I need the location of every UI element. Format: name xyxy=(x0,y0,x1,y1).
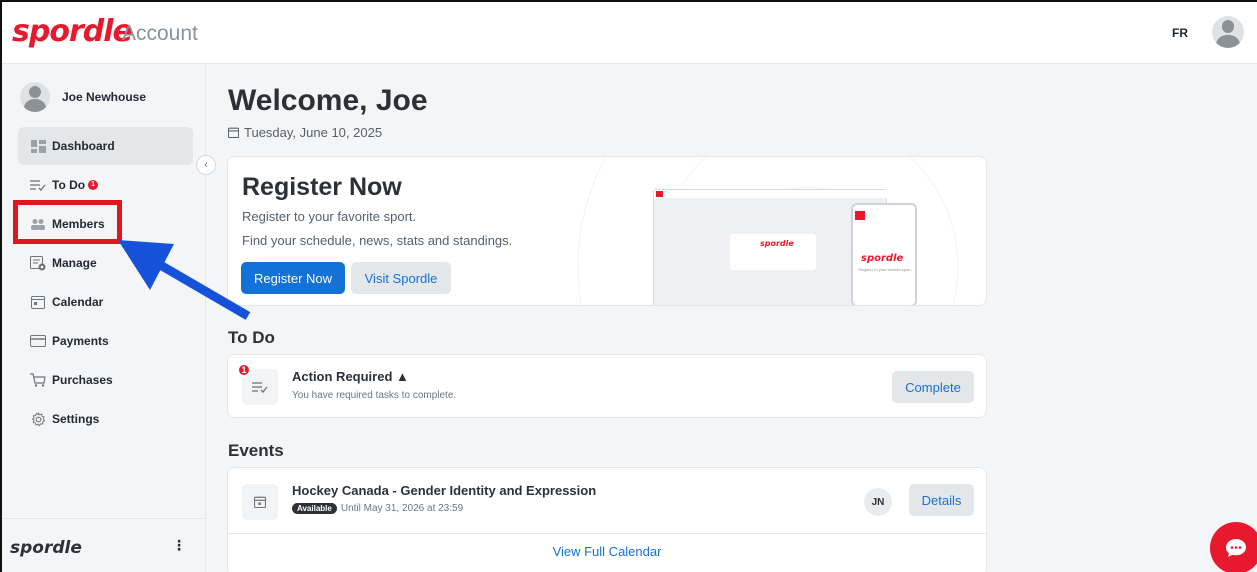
warning-icon: ▲ xyxy=(396,369,409,384)
details-button[interactable]: Details xyxy=(909,484,974,516)
complete-button[interactable]: Complete xyxy=(892,371,974,403)
event-title[interactable]: Hockey Canada - Gender Identity and Expr… xyxy=(292,483,596,498)
calendar-icon xyxy=(228,127,239,138)
todo-list-icon xyxy=(30,178,46,192)
current-date: Tuesday, June 10, 2025 xyxy=(228,125,382,140)
calendar-icon xyxy=(30,295,46,309)
sidebar-footer: spordle ⋮ xyxy=(2,518,206,572)
user-name: Joe Newhouse xyxy=(62,90,147,104)
chat-bubble-icon xyxy=(1226,539,1246,557)
sidebar-item-calendar[interactable]: Calendar xyxy=(18,283,193,321)
events-section-title: Events xyxy=(228,441,284,460)
view-full-calendar-link[interactable]: View Full Calendar xyxy=(228,544,986,559)
sidebar-item-label: Settings xyxy=(52,412,100,426)
avatar-icon xyxy=(20,82,50,112)
page-title: Welcome, Joe xyxy=(228,84,428,117)
date-text: Tuesday, June 10, 2025 xyxy=(244,125,383,140)
sidebar-item-label: Calendar xyxy=(52,295,104,309)
event-until: Until May 31, 2026 at 23:59 xyxy=(340,503,464,514)
sidebar-item-label: Dashboard xyxy=(52,139,115,153)
status-badge: Available xyxy=(292,503,337,514)
members-highlight-box xyxy=(13,200,122,244)
register-line-1: Register to your favorite sport. xyxy=(242,209,417,224)
event-availability: Available Until May 31, 2026 at 23:59 xyxy=(292,503,463,514)
action-required-title: Action Required ▲ xyxy=(292,369,409,384)
sidebar-item-label: Manage xyxy=(52,256,97,270)
event-calendar-icon xyxy=(242,484,278,520)
sidebar-item-settings[interactable]: Settings xyxy=(18,400,193,438)
app-name: Account xyxy=(122,22,198,45)
action-required-desc: You have required tasks to complete. xyxy=(292,390,457,401)
sidebar: Joe Newhouse Dashboard To Do 1 Members M… xyxy=(2,64,206,572)
sidebar-item-todo[interactable]: To Do 1 xyxy=(18,166,193,204)
top-bar: spordle Account FR xyxy=(0,0,1257,64)
chat-button[interactable] xyxy=(1210,522,1257,572)
register-title: Register Now xyxy=(242,173,402,201)
todo-card: 1 Action Required ▲ You have required ta… xyxy=(227,354,987,418)
sidebar-item-manage[interactable]: Manage xyxy=(18,244,193,282)
sidebar-item-label: To Do xyxy=(52,178,86,192)
cart-icon xyxy=(30,373,46,387)
language-toggle[interactable]: FR xyxy=(1172,26,1188,40)
register-now-button[interactable]: Register Now xyxy=(241,262,345,294)
phone-preview: spordle Register to your favorite sport. xyxy=(851,203,917,305)
events-card: Hockey Canada - Gender Identity and Expr… xyxy=(227,467,987,572)
footer-logo: spordle xyxy=(10,538,82,558)
sidebar-item-label: Purchases xyxy=(52,373,113,387)
visit-spordle-button[interactable]: Visit Spordle xyxy=(351,262,451,294)
sidebar-item-payments[interactable]: Payments xyxy=(18,322,193,360)
todo-alert-badge: 1 xyxy=(237,363,251,377)
dashboard-icon xyxy=(30,139,46,153)
register-line-2: Find your schedule, news, stats and stan… xyxy=(242,233,513,248)
user-avatar-icon[interactable] xyxy=(1212,16,1244,48)
register-now-card: Register Now Register to your favorite s… xyxy=(227,156,987,306)
collapse-sidebar-button[interactable]: ‹ xyxy=(196,155,216,175)
gear-icon xyxy=(30,411,46,426)
spordle-logo[interactable]: spordle xyxy=(12,14,133,49)
preview-caption: Register to your favorite sport. xyxy=(858,267,912,272)
kebab-menu-icon[interactable]: ⋮ xyxy=(172,537,186,554)
todo-section-title: To Do xyxy=(228,328,275,347)
preview-logo: spordle xyxy=(760,239,794,248)
sidebar-item-label: Payments xyxy=(52,334,109,348)
sidebar-item-dashboard[interactable]: Dashboard xyxy=(18,127,193,165)
todo-count-badge: 1 xyxy=(88,180,99,190)
credit-card-icon xyxy=(30,334,46,348)
preview-logo-phone: spordle xyxy=(861,253,904,264)
sidebar-user[interactable]: Joe Newhouse xyxy=(20,80,146,114)
member-initials-avatar: JN xyxy=(864,488,892,516)
sidebar-item-purchases[interactable]: Purchases xyxy=(18,361,193,399)
manage-icon xyxy=(30,255,46,270)
